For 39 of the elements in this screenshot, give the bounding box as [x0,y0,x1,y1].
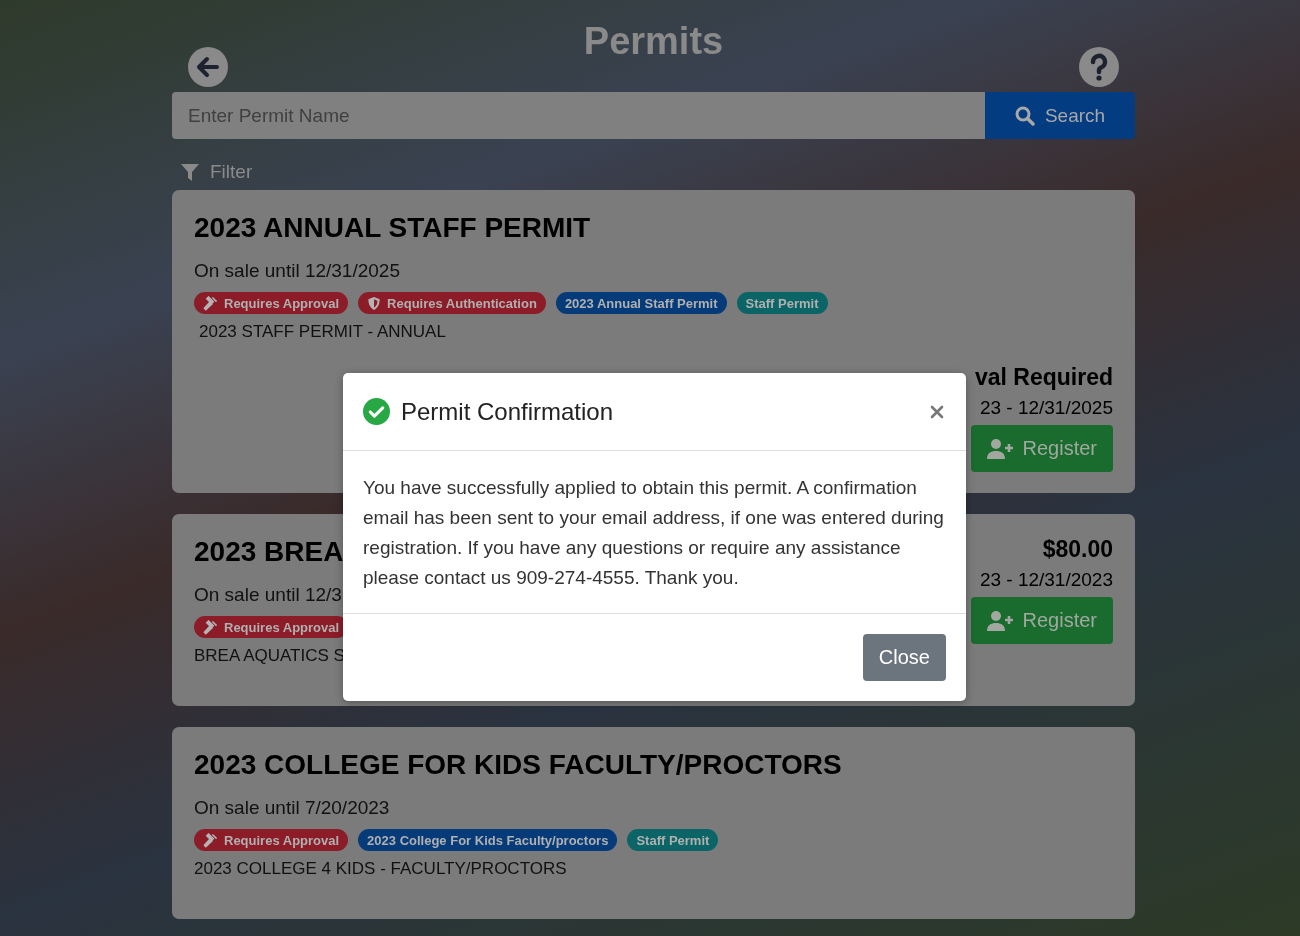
dialog-message: You have successfully applied to obtain this permit. A confirmation email has been sent to your email address, if one was entered during registration. If you have any questions or require any assistance please contact us 909-274-4555. Thank you. [343,451,966,614]
permit-description: 2023 COLLEGE 4 KIDS - FACULTY/PROCTORS [194,859,568,879]
permit-title: 2023 ANNUAL STAFF PERMIT [194,212,592,244]
filter-icon [180,161,200,182]
dialog-title: Permit Confirmation [401,397,615,426]
tag-badge: Staff Permit [627,829,719,851]
register-button[interactable]: Register [970,425,1113,472]
tag-badge: Requires Approval [194,829,349,851]
add-user-icon [986,437,1015,460]
register-button[interactable]: Register [970,597,1113,644]
sale-date: On sale until 12/3 [194,584,343,606]
sale-date: On sale until 7/20/2023 [194,797,391,819]
date-range: 23 - 12/31/2025 [979,397,1113,419]
gavel-icon [203,295,218,311]
permit-price: $80.00 [1042,536,1113,563]
permit-description: 2023 STAFF PERMIT - ANNUAL [199,322,447,342]
add-user-icon [986,609,1015,632]
close-icon[interactable] [930,404,944,419]
permit-title: 2023 COLLEGE FOR KIDS FACULTY/PROCTORS [194,749,842,781]
permit-title: 2023 BREA [194,536,345,568]
tag-badge: 2023 College For Kids Faculty/proctors [358,829,618,851]
search-field[interactable]: Enter Permit Name [172,92,985,139]
search-button[interactable]: Search [985,92,1135,139]
check-circle-icon [363,398,390,425]
close-button[interactable]: Close [862,634,946,681]
page-title: Permits [583,20,724,63]
tag-badge: Requires Authentication [358,292,546,314]
date-range: 23 - 12/31/2023 [979,569,1113,591]
filter-button[interactable]: Filter [172,139,261,190]
help-icon[interactable] [1079,47,1119,87]
tag-badge: Requires Approval [194,292,349,314]
gavel-icon [203,832,218,848]
sale-date: On sale until 12/31/2025 [194,260,401,282]
search-icon [1014,105,1035,126]
permit-price: val Required [974,364,1113,391]
tag-badge: 2023 Annual Staff Permit [555,292,727,314]
shield-icon [367,295,382,311]
tag-badge: Staff Permit [736,292,828,314]
gavel-icon [203,619,218,635]
